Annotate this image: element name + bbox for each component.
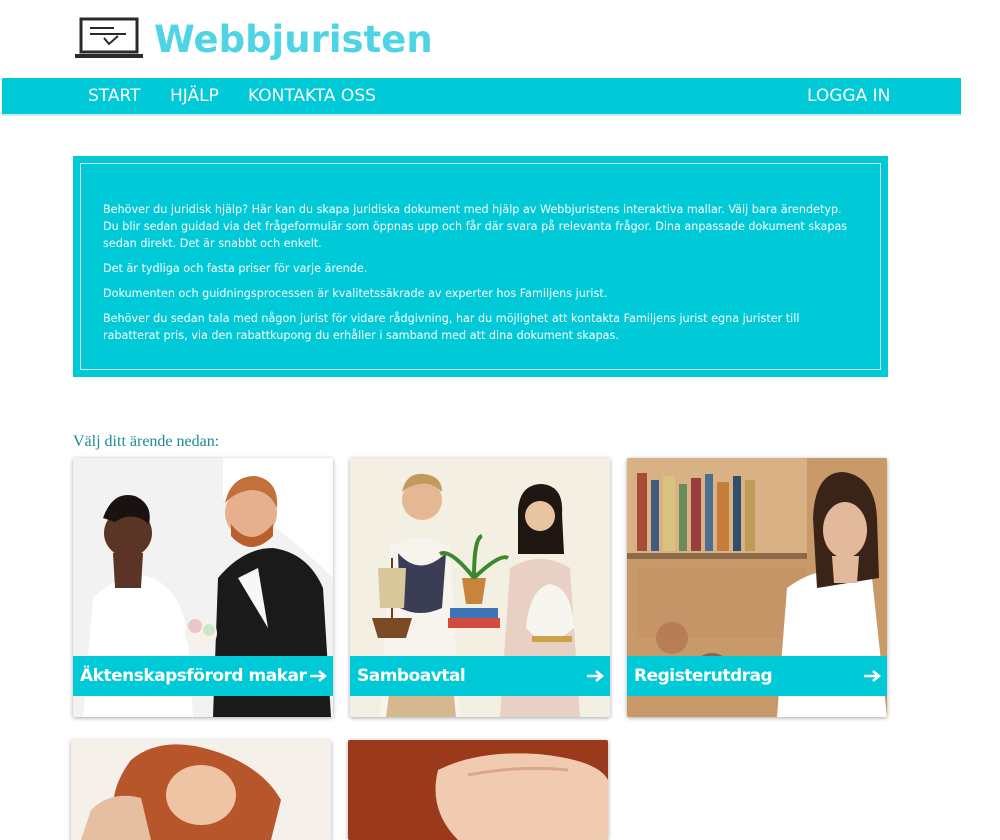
brand-logo[interactable]: Webbjuristen xyxy=(74,16,433,62)
arrow-right-icon xyxy=(310,670,327,682)
card-image-hand xyxy=(348,740,608,840)
card-bar: Samboavtal xyxy=(350,656,610,696)
card-bar: Registerutdrag xyxy=(627,656,887,696)
brand-name: Webbjuristen xyxy=(154,17,433,61)
intro-paragraph-4: Behöver du sedan tala med någon jurist f… xyxy=(103,312,800,342)
card-prenup[interactable]: Äktenskapsförord makar xyxy=(73,458,333,717)
card-title: Samboavtal xyxy=(357,666,466,686)
nav-help[interactable]: HJÄLP xyxy=(170,78,219,114)
main-navbar: START HJÄLP KONTAKTA OSS LOGGA IN xyxy=(2,78,961,116)
nav-login[interactable]: LOGGA IN xyxy=(807,78,890,114)
intro-box: Behöver du juridisk hjälp? Här kan du sk… xyxy=(73,156,888,377)
card-cohabitation[interactable]: Samboavtal xyxy=(350,458,610,717)
card-bar: Äktenskapsförord makar xyxy=(73,656,333,696)
nav-start[interactable]: START xyxy=(88,78,140,114)
laptop-check-icon xyxy=(75,17,143,58)
arrow-right-icon xyxy=(864,670,881,682)
card-title: Äktenskapsförord makar xyxy=(80,666,307,686)
nav-contact[interactable]: KONTAKTA OSS xyxy=(248,78,376,114)
card-4-partial[interactable] xyxy=(71,740,331,840)
intro-paragraph-2: Det är tydliga och fasta priser för varj… xyxy=(103,262,368,275)
card-image-laughing-woman xyxy=(71,740,331,840)
intro-inner-frame: Behöver du juridisk hjälp? Här kan du sk… xyxy=(80,163,881,370)
card-5-partial[interactable] xyxy=(348,740,608,840)
card-title: Registerutdrag xyxy=(634,666,773,686)
intro-paragraph-3: Dokumenten och guidningsprocessen är kva… xyxy=(103,287,608,300)
choose-case-label: Välj ditt ärende nedan: xyxy=(73,433,220,450)
arrow-right-icon xyxy=(587,670,604,682)
card-register-extract[interactable]: Registerutdrag xyxy=(627,458,887,717)
intro-paragraph-1: Behöver du juridisk hjälp? Här kan du sk… xyxy=(103,203,848,250)
